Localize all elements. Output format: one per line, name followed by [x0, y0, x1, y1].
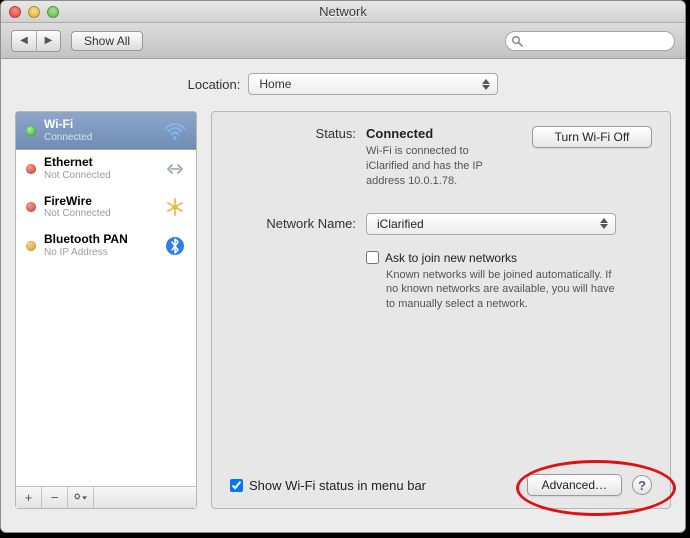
ethernet-icon [162, 160, 188, 178]
add-service-button[interactable]: + [16, 487, 42, 508]
window-title: Network [1, 4, 685, 19]
location-popup[interactable]: Home [248, 73, 498, 95]
search-field[interactable] [505, 31, 675, 51]
service-list-footer: + − [16, 486, 196, 508]
ask-join-label: Ask to join new networks [385, 251, 517, 265]
service-name: Wi-Fi [44, 118, 154, 132]
nav-segmented: ◀ ▶ [11, 30, 61, 52]
status-dot-red-icon [26, 164, 36, 174]
menubar-label: Show Wi-Fi status in menu bar [249, 478, 426, 493]
status-dot-orange-icon [26, 241, 36, 251]
content-area: Location: Home Wi-Fi Connected [1, 59, 685, 523]
service-item-bluetooth[interactable]: Bluetooth PAN No IP Address [16, 227, 196, 265]
traffic-lights [1, 6, 59, 18]
ask-join-checkbox[interactable] [366, 251, 379, 264]
network-name-label: Network Name: [230, 216, 366, 231]
service-status: Not Connected [44, 208, 154, 220]
minimize-window-button[interactable] [28, 6, 40, 18]
popup-stepper-icon [597, 218, 611, 229]
status-dot-green-icon [26, 126, 36, 136]
help-button[interactable]: ? [632, 475, 652, 495]
service-status: Not Connected [44, 170, 154, 182]
service-action-menu[interactable] [68, 487, 94, 508]
status-label: Status: [230, 126, 366, 141]
titlebar: Network [1, 1, 685, 23]
toolbar: ◀ ▶ Show All [1, 23, 685, 59]
remove-service-button[interactable]: − [42, 487, 68, 508]
location-row: Location: Home [15, 73, 671, 95]
service-name: Ethernet [44, 156, 154, 170]
network-name-value: iClarified [377, 217, 424, 231]
network-prefs-window: Network ◀ ▶ Show All Location: Home [0, 0, 686, 533]
bluetooth-icon [162, 236, 188, 256]
menubar-checkbox[interactable] [230, 479, 243, 492]
network-name-popup[interactable]: iClarified [366, 213, 616, 235]
location-label: Location: [188, 77, 241, 92]
firewire-icon [162, 197, 188, 217]
service-item-wifi[interactable]: Wi-Fi Connected [16, 112, 196, 150]
ask-join-checkbox-row[interactable]: Ask to join new networks [366, 251, 652, 265]
turn-wifi-off-button[interactable]: Turn Wi-Fi Off [532, 126, 652, 148]
ask-join-description: Known networks will be joined automatica… [386, 268, 616, 313]
service-list: Wi-Fi Connected [15, 111, 197, 509]
service-status: Connected [44, 132, 154, 144]
wifi-icon [162, 122, 188, 140]
forward-button[interactable]: ▶ [36, 31, 60, 51]
detail-panel: Status: Connected Wi-Fi is connected to … [211, 111, 671, 509]
search-icon [511, 35, 523, 47]
show-all-button[interactable]: Show All [71, 31, 143, 51]
service-item-firewire[interactable]: FireWire Not Connected [16, 189, 196, 227]
close-window-button[interactable] [9, 6, 21, 18]
status-dot-red-icon [26, 202, 36, 212]
service-status: No IP Address [44, 247, 154, 259]
menubar-checkbox-row[interactable]: Show Wi-Fi status in menu bar [230, 478, 426, 493]
location-value: Home [259, 77, 291, 91]
status-value: Connected [366, 126, 514, 141]
service-item-ethernet[interactable]: Ethernet Not Connected [16, 150, 196, 188]
popup-stepper-icon [479, 79, 493, 90]
service-name: FireWire [44, 195, 154, 209]
advanced-button[interactable]: Advanced… [527, 474, 622, 496]
status-description: Wi-Fi is connected to iClarified and has… [366, 144, 514, 189]
back-button[interactable]: ◀ [12, 31, 36, 51]
service-name: Bluetooth PAN [44, 233, 154, 247]
zoom-window-button[interactable] [47, 6, 59, 18]
